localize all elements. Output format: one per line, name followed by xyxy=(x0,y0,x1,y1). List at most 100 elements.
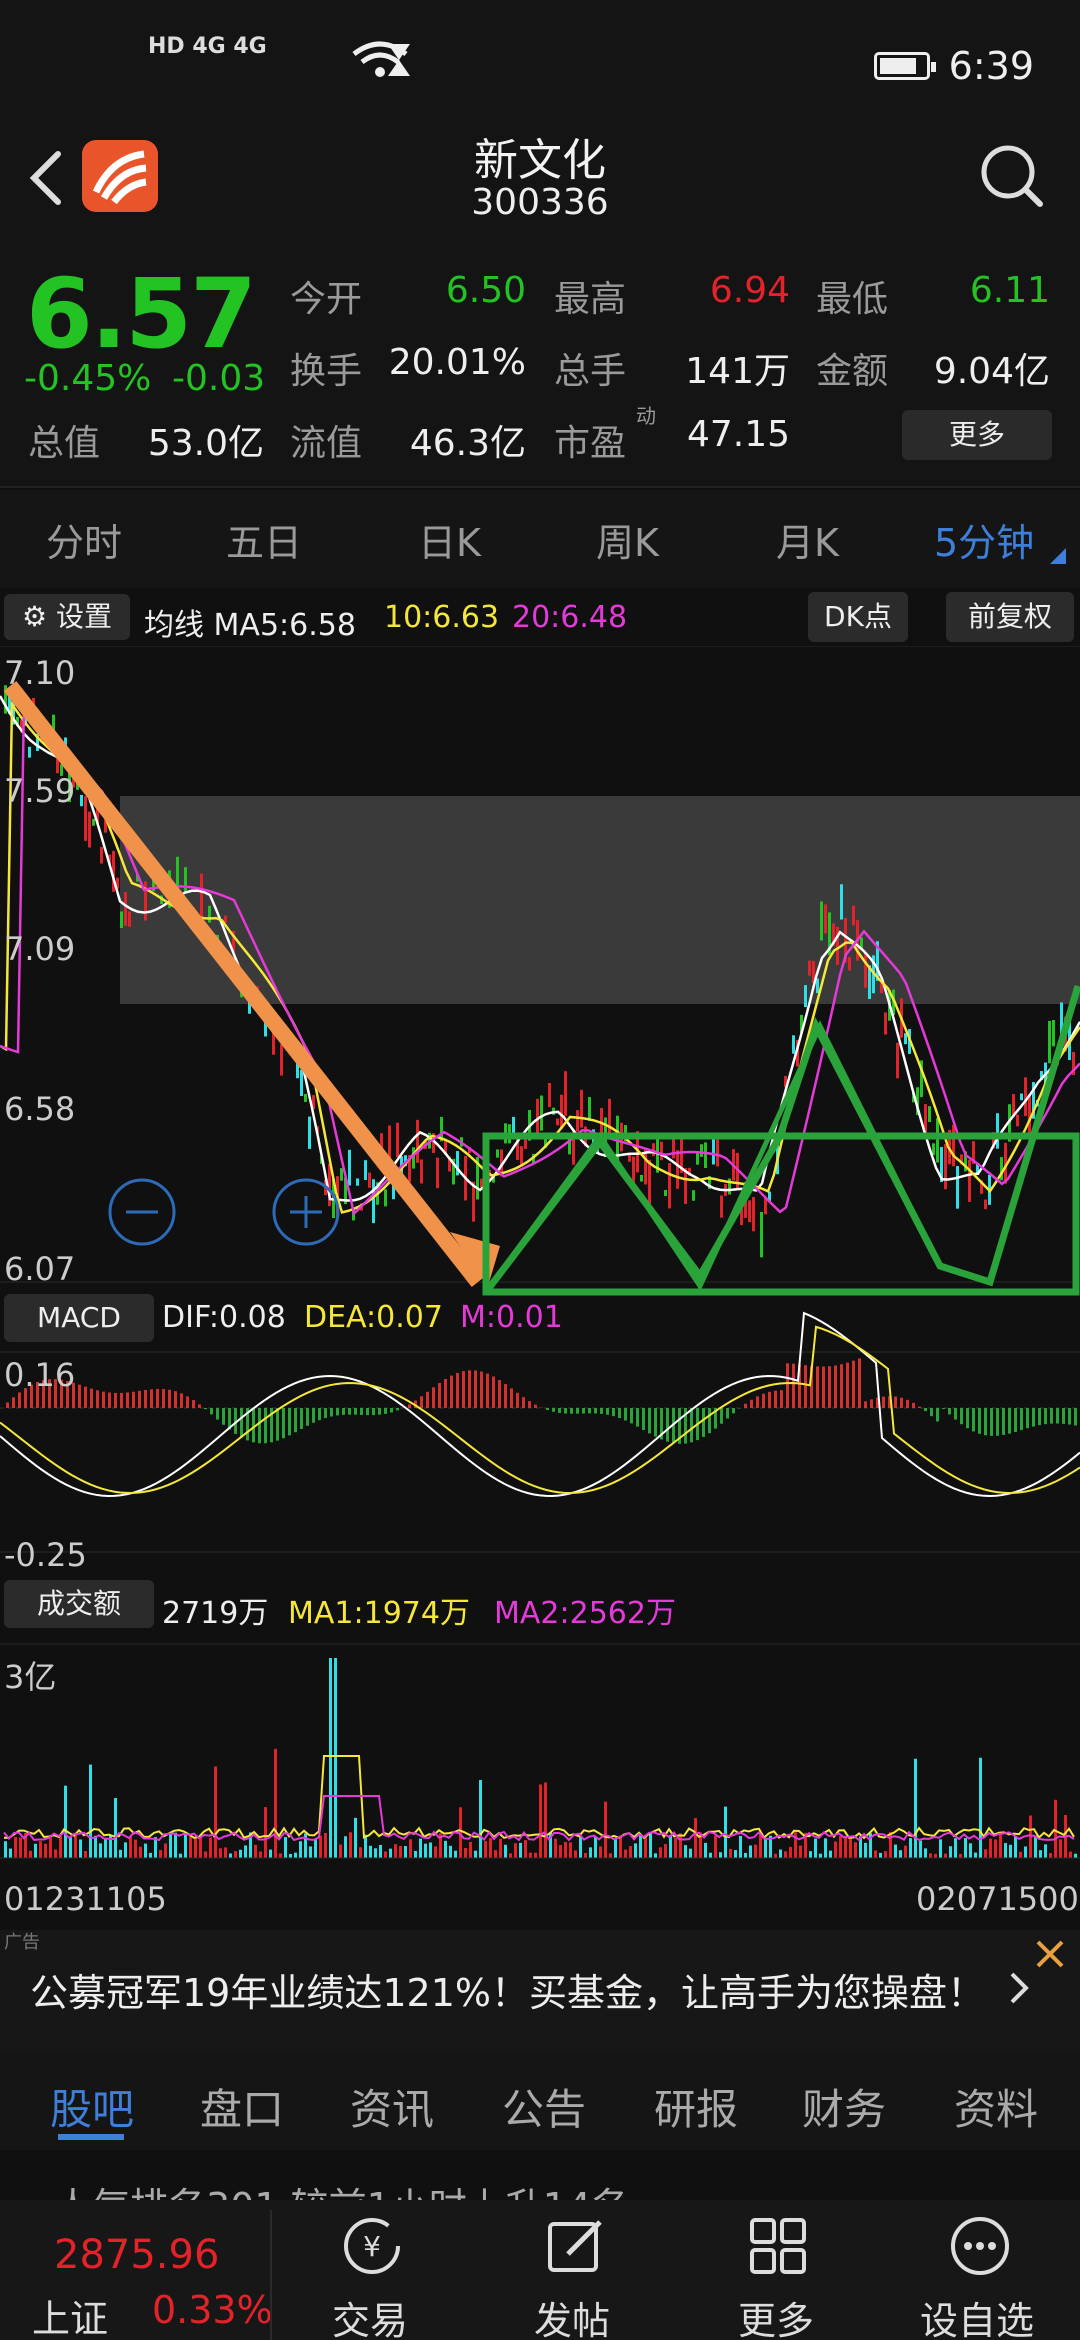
macd-bar xyxy=(840,1364,843,1408)
macd-bar xyxy=(570,1408,573,1414)
macd-bar xyxy=(726,1408,729,1419)
macd-bar xyxy=(690,1408,693,1443)
back-icon[interactable] xyxy=(26,148,66,208)
candle xyxy=(660,1141,663,1161)
candle xyxy=(372,1179,375,1224)
macd-bar xyxy=(654,1408,657,1437)
subtab-news[interactable]: 资讯 xyxy=(350,2076,434,2137)
volume-bar xyxy=(334,1658,337,1858)
nav-trade[interactable]: 交易 xyxy=(332,2290,408,2340)
close-icon[interactable] xyxy=(1032,1936,1068,1972)
kline-chart[interactable] xyxy=(0,646,1080,1926)
candle xyxy=(824,904,827,934)
volume-bar xyxy=(404,1846,407,1858)
subtab-orderbook[interactable]: 盘口 xyxy=(200,2076,284,2137)
macd-selector[interactable]: MACD xyxy=(4,1294,154,1342)
macd-bar xyxy=(1008,1408,1011,1434)
index-name[interactable]: 上证 xyxy=(32,2288,108,2340)
nav-watchlist-settings[interactable]: 设自选 xyxy=(920,2290,1034,2340)
zoom-in-icon[interactable] xyxy=(272,1178,340,1246)
volume-bar xyxy=(574,1850,577,1858)
macd-bar xyxy=(240,1408,243,1438)
macd-bar xyxy=(192,1400,195,1408)
tab-five-day[interactable]: 五日 xyxy=(226,512,302,567)
macd-bar xyxy=(396,1408,399,1411)
trade-yen-icon[interactable]: ¥ xyxy=(340,2214,404,2278)
volume-bar xyxy=(284,1837,287,1858)
subtab-announcements[interactable]: 公告 xyxy=(502,2076,586,2137)
volume-bar xyxy=(204,1851,207,1858)
high-label: 最高 xyxy=(554,279,627,320)
volume-bar xyxy=(614,1839,617,1858)
volume-bar xyxy=(694,1817,697,1858)
chevron-right-icon[interactable] xyxy=(1004,1968,1034,2008)
subtab-forum[interactable]: 股吧 xyxy=(50,2076,134,2137)
tab-intraday[interactable]: 分时 xyxy=(46,512,122,567)
index-percent[interactable]: 0.33% xyxy=(152,2288,273,2332)
macd-bar xyxy=(486,1373,489,1408)
tab-daily-k[interactable]: 日K xyxy=(418,512,481,567)
volume-bar xyxy=(529,1852,532,1858)
nav-post[interactable]: 发帖 xyxy=(534,2290,610,2340)
macd-bar xyxy=(312,1408,315,1423)
volume-bar xyxy=(799,1845,802,1858)
subtab-research[interactable]: 研报 xyxy=(654,2076,738,2137)
macd-bar xyxy=(630,1408,633,1424)
macd-bar xyxy=(18,1392,21,1408)
zoom-out-icon[interactable] xyxy=(108,1178,176,1246)
macd-bar xyxy=(426,1391,429,1408)
settings-button[interactable]: ⚙ 设置 xyxy=(4,594,130,640)
post-edit-icon[interactable] xyxy=(544,2214,608,2278)
candle xyxy=(208,905,211,923)
macd-bar xyxy=(444,1378,447,1408)
macd-bar xyxy=(594,1408,597,1414)
macd-bar xyxy=(222,1408,225,1425)
volume-bar xyxy=(789,1846,792,1858)
volume-bar xyxy=(884,1851,887,1858)
volume-selector[interactable]: 成交额 xyxy=(4,1580,154,1628)
nav-more[interactable]: 更多 xyxy=(738,2290,814,2340)
volume-bar xyxy=(129,1837,132,1858)
candle xyxy=(696,1152,699,1165)
ellipsis-circle-icon[interactable] xyxy=(948,2214,1012,2278)
candle xyxy=(896,1042,899,1079)
volume-bar xyxy=(994,1839,997,1858)
macd-bar xyxy=(120,1392,123,1408)
volume-bar xyxy=(579,1836,582,1858)
volume-bar xyxy=(434,1846,437,1858)
subtab-profile[interactable]: 资料 xyxy=(954,2076,1038,2137)
more-button[interactable]: 更多 xyxy=(902,410,1052,460)
candle xyxy=(416,1119,419,1163)
volume-bar xyxy=(919,1840,922,1858)
macd-histogram xyxy=(6,1358,1077,1444)
volume-bar xyxy=(899,1850,902,1858)
volume-bar xyxy=(669,1835,672,1858)
candle xyxy=(648,1159,651,1205)
tab-weekly-k[interactable]: 周K xyxy=(596,512,659,567)
volume-bar xyxy=(639,1835,642,1858)
volume-bar xyxy=(419,1838,422,1858)
candle xyxy=(692,1190,695,1201)
volume-bar xyxy=(494,1850,497,1858)
volume-bar xyxy=(629,1846,632,1858)
volume-bar xyxy=(709,1852,712,1858)
candle xyxy=(128,911,131,927)
index-value[interactable]: 2875.96 xyxy=(54,2232,219,2278)
candle xyxy=(936,1118,939,1163)
search-icon[interactable] xyxy=(978,142,1046,210)
divider xyxy=(270,2210,272,2340)
ad-text[interactable]: 公募冠军19年业绩达121%！买基金，让高手为您操盘！ xyxy=(30,1962,985,2017)
grid-more-icon[interactable] xyxy=(746,2214,810,2278)
adjust-button[interactable]: 前复权 xyxy=(946,592,1074,642)
dk-point-button[interactable]: DK点 xyxy=(808,592,908,642)
macd-bar xyxy=(1014,1408,1017,1432)
volume-bar xyxy=(539,1784,542,1858)
volume-bar xyxy=(149,1852,152,1858)
tab-monthly-k[interactable]: 月K xyxy=(776,512,839,567)
volume-bar xyxy=(84,1851,87,1858)
tab-5min[interactable]: 5分钟 xyxy=(934,512,1034,567)
macd-bar xyxy=(906,1399,909,1408)
subtab-financials[interactable]: 财务 xyxy=(802,2076,886,2137)
app-logo[interactable] xyxy=(82,140,158,212)
ma5-label: 均线 MA5:6.58 xyxy=(144,608,356,643)
